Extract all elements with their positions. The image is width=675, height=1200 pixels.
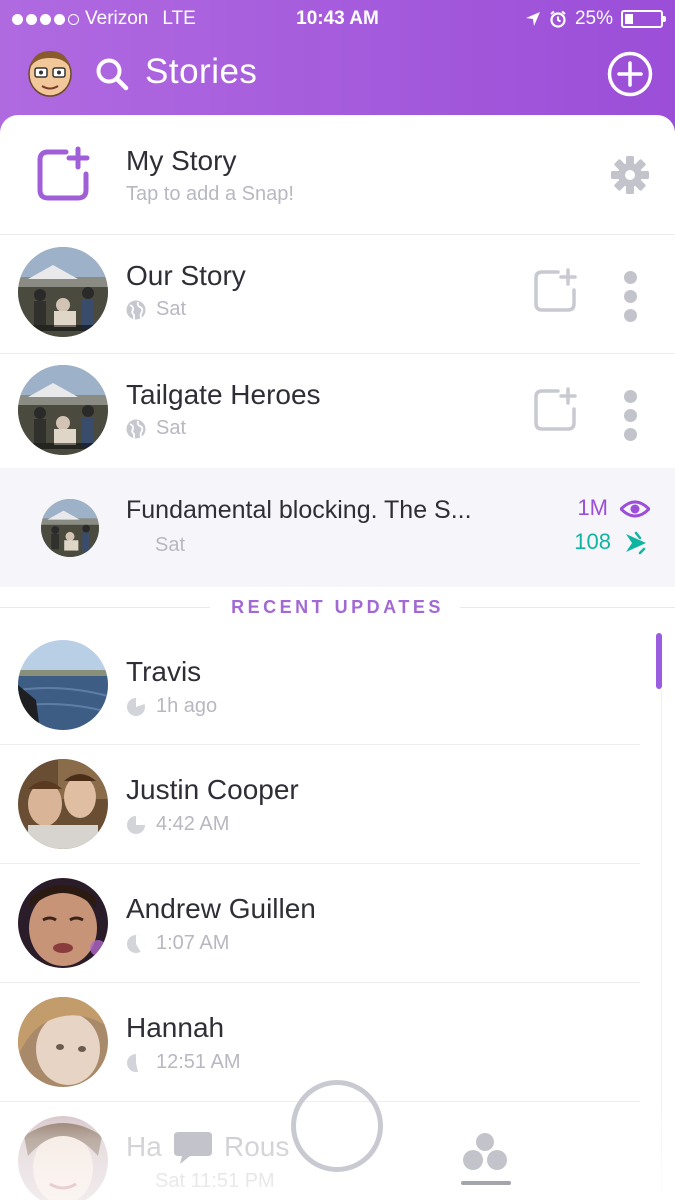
friend-name: Andrew Guillen	[126, 893, 316, 924]
section-header: RECENT UPDATES	[0, 593, 675, 621]
story-meta: Sat	[126, 417, 186, 440]
chat-icon[interactable]	[174, 1130, 214, 1166]
story-time: Sat	[156, 298, 187, 320]
my-story-row[interactable]: My Story Tap to add a Snap!	[0, 115, 675, 234]
story-thumbnail	[18, 247, 108, 337]
friend-story-row[interactable]: Travis 1h ago	[0, 625, 675, 744]
page-title[interactable]: Stories	[145, 52, 257, 92]
friend-name-tail: Rous	[224, 1131, 290, 1162]
add-friend-button[interactable]	[607, 51, 653, 97]
add-snap-icon[interactable]	[533, 387, 579, 433]
friend-story-row[interactable]: Andrew Guillen 1:07 AM	[0, 864, 675, 982]
my-story-subtitle: Tap to add a Snap!	[126, 183, 294, 205]
friend-time: 1h ago	[156, 695, 218, 717]
friend-time: Sat 11:51 PM	[155, 1170, 275, 1192]
gear-icon[interactable]	[610, 155, 650, 195]
friend-avatar	[18, 640, 108, 730]
screenshot-icon	[626, 531, 646, 555]
location-arrow-icon	[525, 12, 540, 26]
story-name: Our Story	[126, 260, 246, 291]
friend-avatar	[18, 759, 108, 849]
snap-caption: Fundamental blocking. The S...	[126, 496, 472, 524]
friend-meta: 4:42 AM	[126, 813, 229, 836]
battery-icon	[621, 10, 666, 28]
globe-icon	[126, 419, 146, 438]
more-options-icon[interactable]	[623, 390, 637, 441]
discover-friends-icon[interactable]	[461, 1132, 509, 1172]
search-icon[interactable]	[94, 56, 130, 92]
snap-thumbnail	[41, 499, 99, 557]
friend-avatar	[18, 878, 108, 968]
add-snap-icon[interactable]	[533, 268, 579, 314]
friend-time: 1:07 AM	[156, 932, 230, 954]
snap-time: Sat	[155, 534, 186, 556]
stories-sheet: My Story Tap to add a Snap! Our Story Sa…	[0, 115, 675, 1200]
group-story-row[interactable]: Our Story Sat	[0, 235, 675, 353]
friend-meta: 12:51 AM	[126, 1051, 241, 1074]
friend-avatar	[18, 997, 108, 1087]
eye-icon	[620, 500, 650, 518]
active-tab-indicator	[461, 1181, 511, 1185]
story-name: Tailgate Heroes	[126, 379, 321, 410]
story-thumbnail	[18, 365, 108, 455]
friend-avatar	[18, 1116, 108, 1200]
group-story-row[interactable]: Tailgate Heroes Sat	[0, 354, 675, 468]
story-timer-icon	[127, 815, 145, 834]
view-count: 1M	[577, 495, 608, 520]
add-snap-icon[interactable]	[36, 146, 92, 202]
my-story-title: My Story	[126, 145, 237, 176]
header: Stories	[0, 38, 675, 114]
screenshot-count: 108	[574, 529, 611, 554]
friend-story-row[interactable]: Justin Cooper 4:42 AM	[0, 745, 675, 864]
friend-meta: 1h ago	[126, 695, 217, 718]
recent-updates-label: RECENT UPDATES	[231, 596, 444, 617]
globe-icon	[126, 300, 146, 319]
friend-name: Ha	[126, 1131, 162, 1162]
friend-name: Travis	[126, 656, 202, 687]
more-options-icon[interactable]	[623, 271, 637, 322]
status-bar: Verizon LTE 10:43 AM 25%	[0, 0, 675, 38]
story-meta: Sat	[126, 298, 186, 321]
friend-name: Hannah	[126, 1012, 225, 1043]
story-snap-row[interactable]: Fundamental blocking. The S... Sat 1M 10…	[0, 468, 675, 587]
story-timer-icon	[127, 1053, 146, 1072]
story-timer-icon	[127, 697, 145, 716]
story-time: Sat	[156, 417, 187, 439]
friend-time: 4:42 AM	[156, 813, 230, 835]
friend-meta: 1:07 AM	[126, 932, 229, 955]
bitmoji-avatar[interactable]	[25, 46, 75, 98]
status-right: 25%	[525, 8, 666, 30]
alarm-clock-icon	[550, 10, 566, 28]
friend-name: Justin Cooper	[126, 774, 299, 805]
battery-percent: 25%	[574, 8, 613, 29]
capture-button[interactable]	[291, 1080, 383, 1172]
friend-time: 12:51 AM	[156, 1051, 241, 1073]
story-timer-icon	[127, 934, 146, 953]
